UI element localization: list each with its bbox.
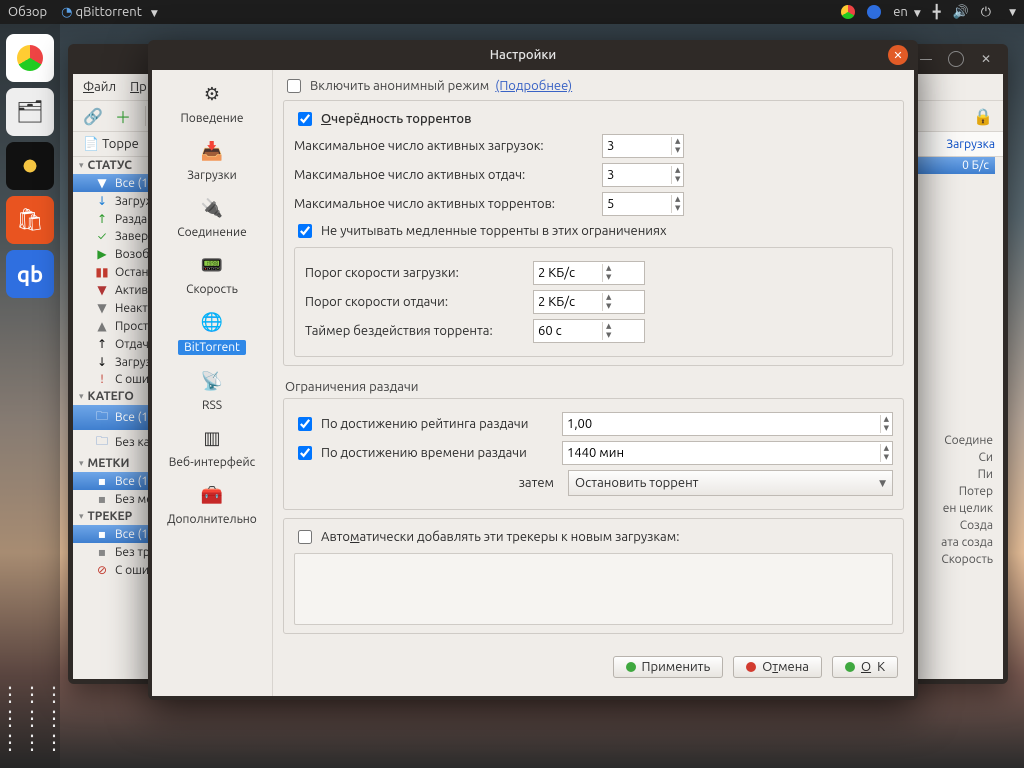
dl-threshold-spin[interactable]: ▲▼	[533, 261, 645, 285]
auto-trackers-group: Автоматически добавлять эти трекеры к но…	[283, 518, 904, 634]
col-download[interactable]: Загрузка	[915, 138, 995, 151]
max-uploads-spin[interactable]: ▲▼	[602, 163, 684, 187]
cancel-button[interactable]: ОтменаОтмена	[733, 656, 822, 678]
seed-limits-title: Ограничения раздачи	[285, 380, 904, 394]
seedtime-checkbox[interactable]: По достижению времени раздачи	[294, 443, 554, 463]
ok-button[interactable]: OKOK	[832, 656, 898, 678]
settings-dialog: Настройки ✕ ⚙Поведение📥Загрузки🔌Соединен…	[148, 40, 918, 700]
cat-загрузки[interactable]: 📥Загрузки	[152, 133, 272, 190]
skip-slow-checkbox[interactable]: Не учитывать медленные торренты в этих о…	[294, 221, 667, 241]
cat-соединение[interactable]: 🔌Соединение	[152, 190, 272, 247]
detail-label: ен целик	[941, 502, 993, 515]
system-top-bar: Обзор ◔ qBittorrent ▼ en▼ ╋ 🔊 ⏻ ▼	[0, 0, 1024, 24]
detail-label: Соедине	[941, 434, 993, 447]
lang-indicator[interactable]: en▼	[893, 5, 921, 19]
dl-threshold-label: Порог скорости загрузки:	[305, 266, 525, 280]
queue-group: ООчерёдность торрентовчерёдность торрент…	[283, 100, 904, 366]
section-categories[interactable]: КАТЕГО	[88, 390, 134, 403]
idle-timer-spin[interactable]: ▲▼	[533, 319, 645, 343]
detail-label: Созда	[941, 519, 993, 532]
network-icon[interactable]: ╋	[933, 5, 941, 20]
detail-label: ата созда	[941, 536, 993, 549]
detail-label: Си	[941, 451, 993, 464]
detail-label: Скорость	[941, 553, 993, 566]
detail-label: Пи	[941, 468, 993, 481]
cat-rss[interactable]: 📡RSS	[152, 363, 272, 420]
launcher-dock: 🗂 🛍 qb ⋮⋮⋮⋮⋮⋮⋮⋮⋮	[0, 24, 60, 768]
dock-software-icon[interactable]: 🛍	[6, 196, 54, 244]
volume-icon[interactable]: 🔊	[953, 5, 969, 20]
dock-rhythmbox-icon[interactable]	[6, 142, 54, 190]
close-button[interactable]: ✕	[976, 49, 996, 69]
max-downloads-label: Максимальное число активных загрузок:	[294, 139, 594, 153]
menu-file[interactable]: ФФайлайл	[83, 80, 116, 94]
max-downloads-spin[interactable]: ▲▼	[602, 134, 684, 158]
max-active-spin[interactable]: ▲▼	[602, 192, 684, 216]
anon-more-link[interactable]: (Подробнее)	[495, 79, 572, 93]
section-status[interactable]: СТАТУС	[88, 159, 132, 172]
dock-chrome-icon[interactable]	[6, 34, 54, 82]
add-link-icon[interactable]: 🔗	[81, 104, 105, 128]
queue-enable-checkbox[interactable]: ООчерёдность торрентовчерёдность торрент…	[294, 109, 471, 129]
section-trackers[interactable]: ТРЕКЕР	[88, 510, 133, 523]
apply-button[interactable]: Применить	[613, 656, 724, 678]
system-menu-chevron-icon[interactable]: ▼	[1009, 7, 1016, 18]
app-menu[interactable]: ◔ qBittorrent ▼	[61, 5, 158, 20]
cat-поведение[interactable]: ⚙Поведение	[152, 76, 272, 133]
dialog-close-button[interactable]: ✕	[888, 45, 908, 65]
cat-веб-интерфейс[interactable]: ▥Веб-интерфейс	[152, 420, 272, 477]
dock-files-icon[interactable]: 🗂	[6, 88, 54, 136]
activities-label[interactable]: Обзор	[8, 5, 47, 19]
side-tab-torrents[interactable]: 📄 Торре	[73, 134, 150, 155]
dialog-title: Настройки	[158, 48, 888, 62]
cat-скорость[interactable]: 📟Скорость	[152, 247, 272, 304]
seed-limits-group: По достижению рейтинга раздачи ▲▼ По дос…	[283, 398, 904, 510]
auto-trackers-textarea[interactable]	[294, 553, 893, 625]
minimize-button[interactable]: —	[916, 49, 936, 69]
add-torrent-icon[interactable]: ＋	[111, 104, 135, 128]
then-action-select[interactable]: Остановить торрент▼	[568, 470, 893, 496]
settings-category-list: ⚙Поведение📥Загрузки🔌Соединение📟Скорость🌐…	[152, 70, 273, 696]
auto-trackers-checkbox[interactable]: Автоматически добавлять эти трекеры к но…	[294, 527, 679, 547]
ul-threshold-spin[interactable]: ▲▼	[533, 290, 645, 314]
ratio-spin[interactable]: ▲▼	[562, 412, 893, 436]
menu-edit[interactable]: Пр	[130, 80, 147, 94]
chrome-indicator-icon[interactable]	[841, 5, 855, 19]
max-uploads-label: Максимальное число активных отдач:	[294, 168, 594, 182]
maximize-button[interactable]	[948, 51, 964, 67]
idle-timer-label: Таймер бездействия торрента:	[305, 324, 525, 338]
max-active-label: Максимальное число активных торрентов:	[294, 197, 594, 211]
dock-qbittorrent-icon[interactable]: qb	[6, 250, 54, 298]
power-icon[interactable]: ⏻	[981, 5, 991, 20]
then-label: затем	[294, 476, 560, 490]
ratio-checkbox[interactable]: По достижению рейтинга раздачи	[294, 414, 554, 434]
anon-mode-checkbox[interactable]: Включить анонимный режим	[283, 76, 489, 96]
cat-дополнительно[interactable]: 🧰Дополнительно	[152, 477, 272, 534]
detail-label: Потер	[941, 485, 993, 498]
qbittorrent-indicator-icon[interactable]	[867, 5, 881, 19]
show-apps-icon[interactable]: ⋮⋮⋮⋮⋮⋮⋮⋮⋮	[0, 682, 60, 754]
lock-icon[interactable]: 🔒	[971, 104, 995, 128]
section-tags[interactable]: МЕТКИ	[88, 457, 130, 470]
ul-threshold-label: Порог скорости отдачи:	[305, 295, 525, 309]
seedtime-spin[interactable]: ▲▼	[562, 441, 893, 465]
cat-bittorrent[interactable]: 🌐BitTorrent	[152, 304, 272, 363]
